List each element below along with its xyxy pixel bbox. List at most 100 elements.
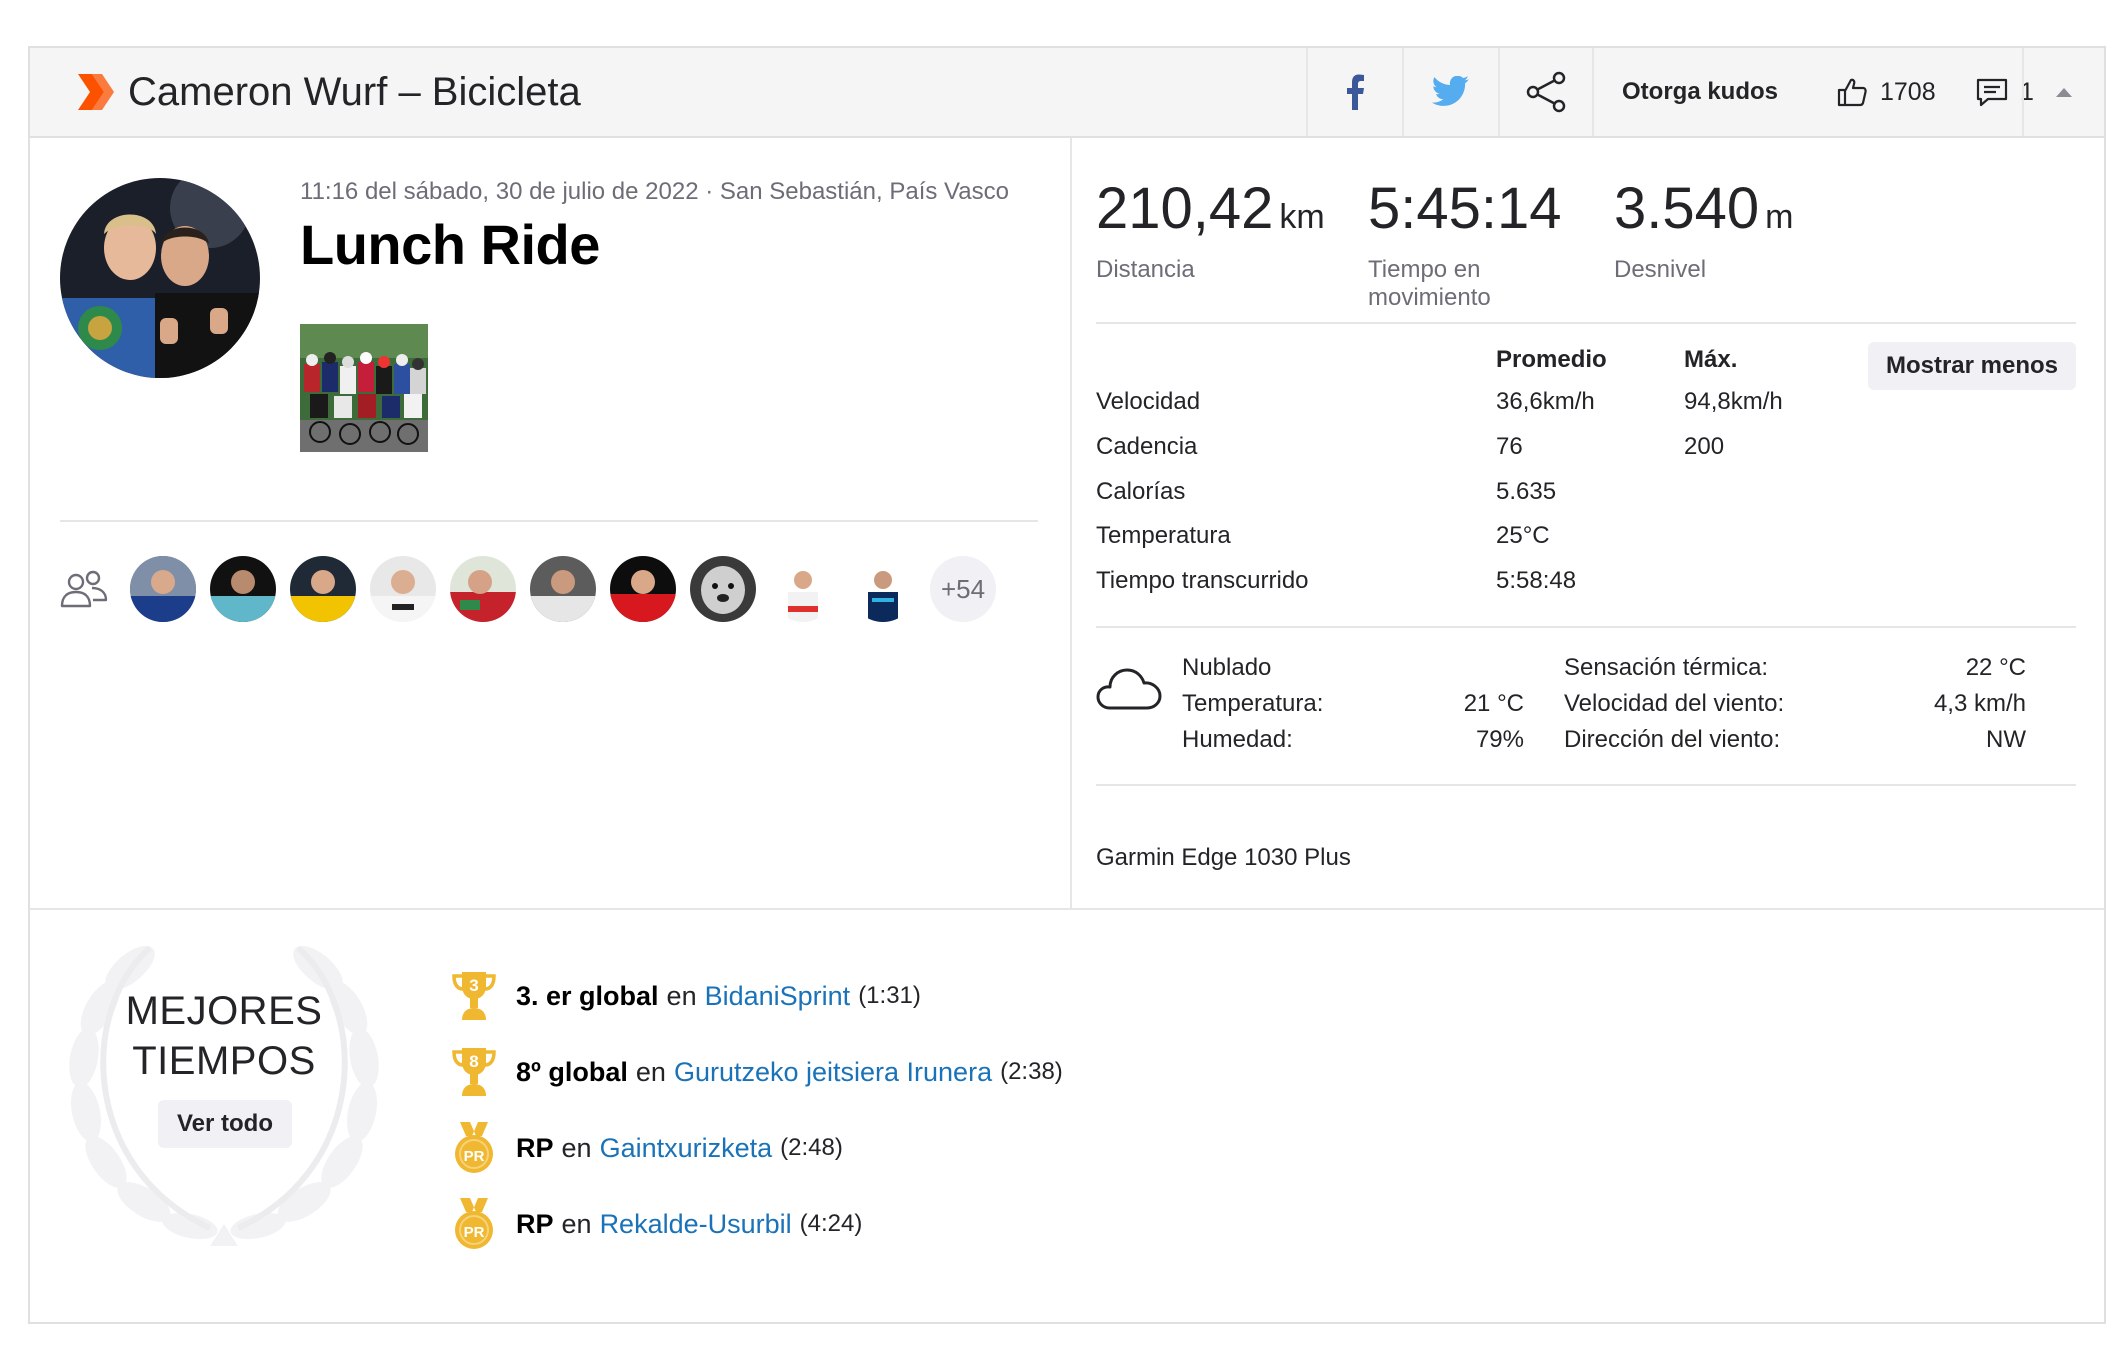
- group-athlete-avatar[interactable]: [770, 556, 836, 622]
- divider: [30, 908, 2104, 910]
- athlete-photo: [60, 178, 260, 378]
- group-athlete-avatar[interactable]: [290, 556, 356, 622]
- stat-elevation: 3.540 m Desnivel: [1614, 176, 1793, 284]
- medal-text: PR: [464, 1224, 485, 1241]
- row-average: 76: [1496, 433, 1523, 460]
- divider: [1096, 626, 2076, 628]
- achievement-connector: en: [666, 980, 697, 1011]
- avatar-image: [770, 556, 836, 622]
- weather-humidity-label: Humedad:: [1182, 726, 1293, 753]
- trophy-rank-text: 8: [469, 1052, 478, 1071]
- collapse-button[interactable]: [2022, 48, 2104, 136]
- achievement-rank: RP: [516, 1208, 554, 1239]
- weather-temp-value: 21 °C: [1463, 690, 1524, 717]
- achievement-connector: en: [561, 1208, 592, 1239]
- stat-distance: 210,42 km Distancia: [1096, 176, 1325, 284]
- column-header-average: Promedio: [1496, 346, 1607, 373]
- row-label: Calorías: [1096, 478, 1186, 505]
- row-label: Tiempo transcurrido: [1096, 567, 1309, 594]
- weather-temp-label: Temperatura:: [1182, 690, 1324, 717]
- stat-unit: m: [1765, 198, 1794, 236]
- group-athlete-avatar[interactable]: [130, 556, 196, 622]
- activity-title[interactable]: Lunch Ride: [300, 212, 600, 277]
- segment-link[interactable]: BidaniSprint: [705, 981, 851, 1012]
- best-efforts-title-line: TIEMPOS: [132, 1039, 316, 1083]
- achievement-time: (4:24): [799, 1210, 863, 1237]
- share-facebook-button[interactable]: [1306, 48, 1402, 136]
- comment-icon: [1976, 78, 2008, 107]
- segment-link[interactable]: Rekalde-Usurbil: [600, 1209, 792, 1240]
- achievement-rank: 8º global: [516, 1056, 628, 1087]
- row-average: 36,6km/h: [1496, 388, 1595, 415]
- avatar-image: [370, 556, 436, 622]
- column-header-max: Máx.: [1684, 346, 1738, 373]
- weather-condition: Nublado: [1182, 654, 1272, 681]
- row-average: 25°C: [1496, 522, 1550, 549]
- twitter-icon: [1432, 76, 1469, 106]
- group-athletes: +54: [130, 556, 996, 622]
- achievement-item: 8 8º global en Gurutzeko jeitsiera Irune…: [450, 1044, 1063, 1100]
- avatar-image: [530, 556, 596, 622]
- facebook-icon: [1347, 74, 1364, 110]
- stat-value: 210,42: [1096, 176, 1274, 241]
- group-activity-icon: [60, 570, 108, 608]
- group-athlete-avatar[interactable]: [210, 556, 276, 622]
- activity-header: Cameron Wurf – Bicicleta Otorga kudos 17…: [30, 48, 2104, 138]
- share-button[interactable]: [1498, 48, 1594, 136]
- achievement-time: (1:31): [858, 982, 921, 1009]
- achievement-time: (2:38): [1000, 1058, 1063, 1085]
- trophy-icon: 8: [452, 1048, 496, 1096]
- medal-text: PR: [464, 1148, 485, 1165]
- device-name: Garmin Edge 1030 Plus: [1096, 844, 1351, 871]
- weather-wind-speed-label: Velocidad del viento:: [1564, 690, 1785, 717]
- pr-medal-icon: PR: [455, 1122, 493, 1173]
- row-label: Velocidad: [1096, 388, 1201, 415]
- stat-label: Distancia: [1096, 256, 1195, 283]
- weather-wind-dir-label: Dirección del viento:: [1564, 726, 1781, 753]
- avatar-image: [690, 556, 756, 622]
- best-efforts-title-line: MEJORES: [125, 989, 323, 1033]
- row-label: Temperatura: [1096, 522, 1231, 549]
- group-athlete-avatar[interactable]: [370, 556, 436, 622]
- laurel-icon: [69, 945, 379, 1246]
- more-athletes-button[interactable]: +54: [930, 556, 996, 622]
- avatar-image: [290, 556, 356, 622]
- segment-link[interactable]: Gurutzeko jeitsiera Irunera: [674, 1057, 992, 1088]
- activity-meta: 11:16 del sábado, 30 de julio de 2022 · …: [300, 178, 1009, 205]
- divider: [1096, 784, 2076, 786]
- achievement-rank: 3. er global: [516, 980, 659, 1011]
- stat-unit: km: [1279, 198, 1325, 236]
- group-athlete-avatar[interactable]: [690, 556, 756, 622]
- row-average: 5:58:48: [1496, 567, 1577, 594]
- avatar-image: [210, 556, 276, 622]
- group-athlete-avatar[interactable]: [850, 556, 916, 622]
- weather-wind-dir-value: NW: [1986, 726, 2026, 753]
- trophy-icon: 3: [452, 972, 496, 1020]
- group-athlete-avatar[interactable]: [450, 556, 516, 622]
- row-label: Cadencia: [1096, 433, 1198, 460]
- share-twitter-button[interactable]: [1402, 48, 1498, 136]
- group-athlete-avatar[interactable]: [610, 556, 676, 622]
- column-divider: [1070, 138, 1072, 908]
- achievement-item: PR RP en Gaintxurizketa (2:48): [450, 1120, 843, 1176]
- segment-link[interactable]: Gaintxurizketa: [600, 1133, 773, 1164]
- achievement-rank: RP: [516, 1132, 554, 1163]
- stat-value: 5:45:14: [1368, 176, 1562, 241]
- weather-feels-label: Sensación térmica:: [1564, 654, 1769, 681]
- peloton-photo: [300, 324, 428, 452]
- kudos-count-button[interactable]: 1708: [1836, 48, 1936, 136]
- stat-moving-time: 5:45:14 Tiempo en movimiento: [1368, 176, 1568, 312]
- achievement-connector: en: [635, 1056, 666, 1087]
- give-kudos-button[interactable]: Otorga kudos: [1622, 48, 1778, 136]
- athlete-avatar[interactable]: [60, 178, 260, 378]
- trophy-rank-text: 3: [469, 976, 478, 995]
- achievement-item: PR RP en Rekalde-Usurbil (4:24): [450, 1196, 862, 1252]
- activity-photo[interactable]: [300, 324, 428, 452]
- thumbs-up-icon: [1837, 78, 1867, 107]
- view-all-button[interactable]: Ver todo: [158, 1100, 292, 1148]
- show-less-button[interactable]: Mostrar menos: [1868, 342, 2076, 390]
- achievement-item: 3 3. er global en BidaniSprint (1:31): [450, 968, 921, 1024]
- group-athlete-avatar[interactable]: [530, 556, 596, 622]
- divider: [60, 520, 1038, 522]
- row-average: 5.635: [1496, 478, 1557, 505]
